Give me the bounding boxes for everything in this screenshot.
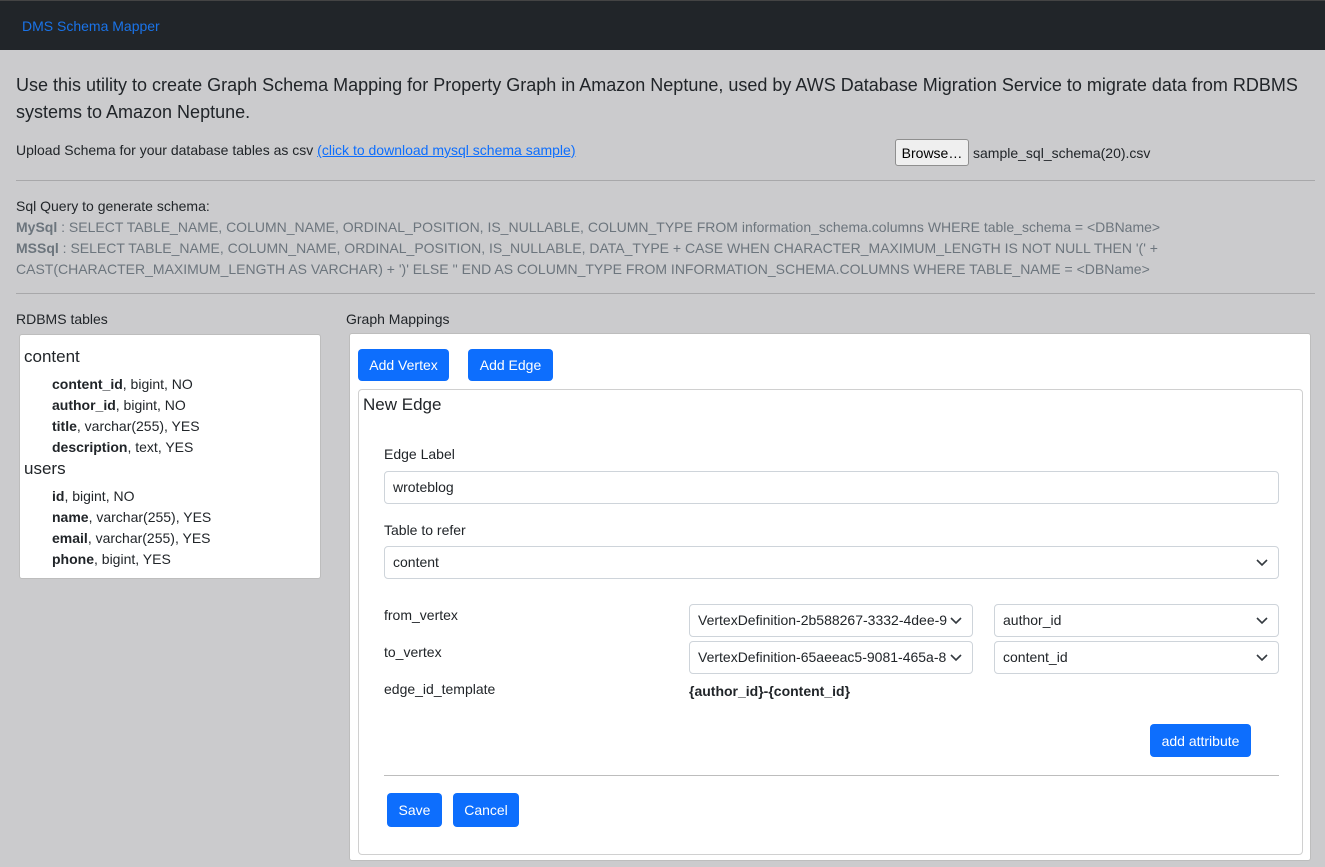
browse-button[interactable]: Browse… [895, 139, 969, 166]
mssql-query-text: : SELECT TABLE_NAME, COLUMN_NAME, ORDINA… [58, 240, 1158, 256]
table-refer-select[interactable]: content [384, 546, 1279, 579]
table-name: users [24, 459, 66, 478]
add-vertex-button[interactable]: Add Vertex [358, 349, 449, 381]
sql-title: Sql Query to generate schema: [16, 198, 210, 214]
to-vertex-label: to_vertex [384, 644, 442, 660]
save-button[interactable]: Save [387, 793, 442, 827]
intro-text: Use this utility to create Graph Schema … [16, 75, 1298, 122]
edge-label-label: Edge Label [384, 446, 455, 462]
brand-link[interactable]: DMS Schema Mapper [22, 18, 160, 34]
from-vertex-label: from_vertex [384, 607, 458, 623]
chevron-down-icon [1256, 617, 1268, 625]
graph-mappings-label: Graph Mappings [346, 311, 450, 327]
mysql-query-text: : SELECT TABLE_NAME, COLUMN_NAME, ORDINA… [57, 219, 1161, 235]
mssql-query-continued: CAST(CHARACTER_MAXIMUM_LENGTH AS VARCHAR… [16, 261, 1150, 277]
table-refer-label: Table to refer [384, 522, 466, 538]
column-row: phone, bigint, YES [52, 551, 171, 567]
cancel-button[interactable]: Cancel [453, 793, 519, 827]
table-name: content [24, 347, 80, 366]
mysql-label: MySql [16, 219, 58, 235]
upload-label: Upload Schema for your database tables a… [16, 142, 318, 158]
column-row: description, text, YES [52, 439, 194, 455]
card-title: New Edge [363, 395, 442, 414]
from-vertex-select[interactable]: VertexDefinition-2b588267-3332-4dee-9 [689, 604, 973, 637]
edge-label-input[interactable]: wroteblog [384, 471, 1279, 504]
column-row: email, varchar(255), YES [52, 530, 211, 546]
column-row: id, bigint, NO [52, 488, 135, 504]
selected-filename: sample_sql_schema(20).csv [973, 145, 1151, 161]
graph-mappings-panel: Add Vertex Add Edge New Edge Edge Label … [349, 333, 1311, 861]
mssql-query: MSSql : SELECT TABLE_NAME, COLUMN_NAME, … [16, 238, 1306, 259]
column-row: author_id, bigint, NO [52, 397, 186, 413]
upload-row: Upload Schema for your database tables a… [16, 142, 576, 158]
divider [16, 180, 1315, 181]
chevron-down-icon [950, 617, 962, 625]
to-column-select[interactable]: content_id [994, 641, 1279, 674]
chevron-down-icon [950, 654, 962, 662]
download-sample-link[interactable]: (click to download mysql schema sample) [317, 142, 575, 158]
column-row: name, varchar(255), YES [52, 509, 212, 525]
navbar: DMS Schema Mapper [0, 0, 1325, 50]
rdbms-table-list: content content_id, bigint, NO author_id… [19, 334, 321, 579]
new-edge-card: New Edge Edge Label wroteblog Table to r… [358, 389, 1303, 855]
mysql-query: MySql : SELECT TABLE_NAME, COLUMN_NAME, … [16, 217, 1306, 238]
column-row: content_id, bigint, NO [52, 376, 193, 392]
divider [384, 775, 1279, 776]
from-column-select[interactable]: author_id [994, 604, 1279, 637]
add-edge-button[interactable]: Add Edge [468, 349, 553, 381]
edge-id-template-label: edge_id_template [384, 681, 496, 697]
divider [16, 293, 1315, 294]
column-row: title, varchar(255), YES [52, 418, 200, 434]
rdbms-label: RDBMS tables [16, 311, 108, 327]
chevron-down-icon [1256, 654, 1268, 662]
mssql-label: MSSql [16, 240, 59, 256]
chevron-down-icon [1256, 559, 1268, 567]
to-vertex-select[interactable]: VertexDefinition-65aeeac5-9081-465a-8 [689, 641, 973, 674]
add-attribute-button[interactable]: add attribute [1150, 724, 1251, 757]
edge-id-template-value: {author_id}-{content_id} [689, 683, 851, 699]
